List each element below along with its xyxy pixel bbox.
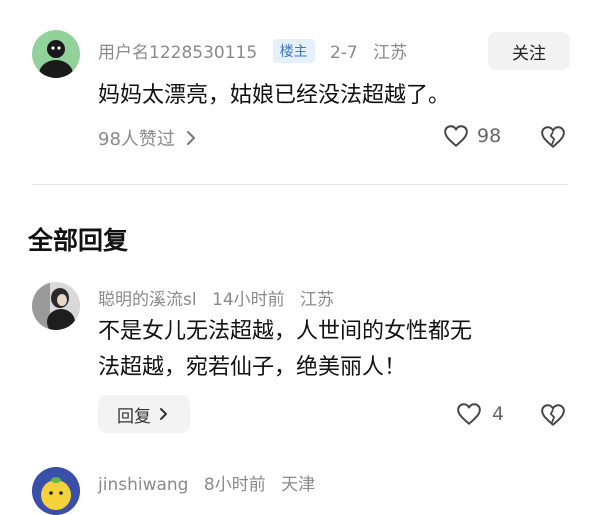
reply-time: 14小时前 xyxy=(212,290,285,310)
avatar[interactable] xyxy=(32,30,80,78)
reply-meta: 聪明的溪流sl 14小时前 江苏 xyxy=(98,285,344,310)
reply-meta: jinshiwang 8小时前 天津 xyxy=(98,470,325,495)
reply-location: 江苏 xyxy=(300,290,335,310)
comment-text: 妈妈太漂亮，姑娘已经没法超越了。 xyxy=(98,83,451,108)
reply-text-line: 不是女儿无法超越，人世间的女性都无 xyxy=(98,319,473,344)
likers-link[interactable]: 98人赞过 xyxy=(98,125,199,151)
divider xyxy=(32,184,568,185)
comment-meta: 用户名1228530115 楼主 2-7 江苏 xyxy=(98,38,417,63)
like-button[interactable]: 98 xyxy=(443,124,501,148)
username[interactable]: 用户名1228530115 xyxy=(98,43,257,63)
reply-text: 不是女儿无法超越，人世间的女性都无 法超越，宛若仙子，绝美丽人！ xyxy=(98,314,472,386)
reply-button[interactable]: 回复 xyxy=(98,395,190,433)
cartoon-avatar-icon xyxy=(32,467,80,515)
username[interactable]: jinshiwang xyxy=(98,475,188,495)
heart-outline-icon xyxy=(457,403,481,425)
section-title: 全部回复 xyxy=(28,226,129,255)
comment-location: 江苏 xyxy=(373,43,408,63)
op-badge: 楼主 xyxy=(272,39,315,63)
broken-heart-icon xyxy=(541,404,565,426)
chevron-right-icon xyxy=(160,408,167,420)
heart-outline-icon xyxy=(444,125,468,147)
comment-date: 2-7 xyxy=(329,43,358,63)
like-button[interactable]: 4 xyxy=(456,402,504,426)
follow-button[interactable]: 关注 xyxy=(488,32,570,70)
avatar[interactable] xyxy=(32,282,80,330)
dislike-button[interactable] xyxy=(540,125,566,153)
likers-count: 98人赞过 xyxy=(98,129,175,150)
chevron-right-icon xyxy=(186,131,195,145)
avatar[interactable] xyxy=(32,467,80,515)
user-silhouette-icon xyxy=(39,40,73,78)
broken-heart-icon xyxy=(541,126,565,148)
reply-location: 天津 xyxy=(281,475,316,495)
photo-avatar-icon xyxy=(32,282,80,330)
username[interactable]: 聪明的溪流sl xyxy=(98,290,197,310)
reply-time: 8小时前 xyxy=(203,475,266,495)
like-count: 98 xyxy=(477,125,502,147)
reply-button-label: 回复 xyxy=(117,406,151,427)
like-count: 4 xyxy=(492,403,505,425)
reply-text-line: 法超越，宛若仙子，绝美丽人！ xyxy=(98,355,407,380)
dislike-button[interactable] xyxy=(540,403,566,431)
